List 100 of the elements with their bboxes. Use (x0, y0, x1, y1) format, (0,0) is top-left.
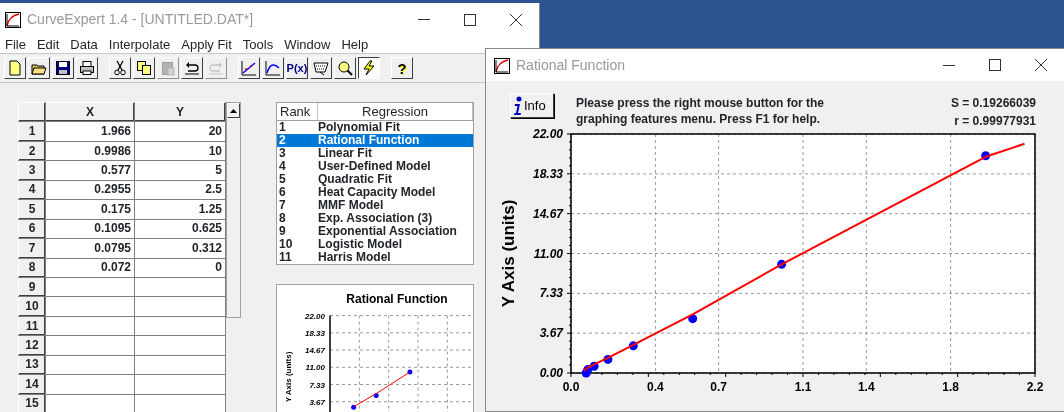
menu-item[interactable]: Help (336, 36, 375, 53)
table-cell: 0.9986 (45, 141, 135, 161)
y-tick-label: 18.33 (532, 166, 563, 181)
copy-pages-button[interactable] (133, 57, 155, 79)
maximize-icon (464, 13, 476, 26)
table-cell: 0.0795 (45, 238, 135, 258)
app-icon (5, 12, 21, 29)
data-point (981, 151, 991, 161)
ranking-row[interactable]: 1 Polynomial Fit (277, 121, 473, 134)
minimize-icon (943, 64, 955, 66)
ranking-row[interactable]: 3 Linear Fit (277, 147, 473, 160)
help-button[interactable]: ? (391, 57, 413, 79)
ranking-row[interactable]: 6 Heat Capacity Model (277, 186, 473, 199)
menu-item[interactable]: Apply Fit (176, 36, 238, 53)
data-point (628, 341, 638, 351)
ranking-row[interactable]: 5 Quadratic Fit (277, 173, 473, 186)
magnifier-button[interactable] (334, 57, 356, 79)
y-tick-label: 3.67 (309, 397, 325, 407)
ranking-row[interactable]: 10 Logistic Model (277, 238, 473, 251)
scrollbar[interactable] (226, 102, 241, 318)
printer-icon (79, 60, 95, 76)
y-tick-label: 7.33 (539, 286, 563, 301)
curve-chart-icon (265, 60, 281, 76)
clipboard-icon (160, 60, 176, 76)
menu-item[interactable]: Window (279, 36, 337, 53)
keyboard-icon (313, 60, 329, 76)
menu-item[interactable]: Edit (31, 36, 66, 53)
y-tick-label: 0.00 (539, 366, 563, 380)
column-header: Rank (277, 103, 318, 120)
minimize-icon (418, 19, 430, 20)
up-arrow-icon (230, 108, 237, 113)
x-tick-label: 0.0 (562, 380, 580, 394)
floppy-disk-button[interactable] (52, 57, 74, 79)
table-cell: 10 (134, 141, 226, 161)
undo-arrow-icon (184, 60, 200, 76)
x-tick-label: 0.4 (647, 380, 664, 394)
open-folder-button[interactable] (28, 57, 50, 79)
corner-cell (18, 102, 46, 122)
help-message: Please press the right mouse button for the graphing features menu. Press F1 for help. (576, 95, 826, 127)
chart-title: Rational Function (346, 292, 448, 306)
y-tick-label: 14.67 (304, 346, 325, 356)
table-cell: 0.175 (45, 199, 135, 220)
ranking-row[interactable]: 8 Exp. Association (3) (277, 212, 473, 225)
table-cell: 1.966 (45, 121, 135, 142)
fit-statistic: r = 0.99977931 (953, 113, 1036, 129)
line-chart-button[interactable] (238, 57, 260, 79)
column-header: Regression (318, 103, 473, 120)
scissors-button[interactable] (109, 57, 131, 79)
menu-item[interactable]: Tools (237, 36, 280, 53)
data-point (603, 354, 613, 364)
menu-item[interactable]: Data (65, 36, 104, 53)
window-title: Rational Function (516, 55, 626, 75)
lightning-button[interactable] (358, 57, 380, 79)
table-cell: 0.2955 (45, 180, 135, 200)
column-header: X (45, 102, 135, 122)
x-tick-label: 1.8 (942, 380, 959, 394)
data-point (688, 314, 698, 324)
x-tick-label: 0.7 (710, 380, 727, 394)
info-button[interactable]: Info (510, 93, 554, 118)
printer-button[interactable] (76, 57, 98, 79)
table-cell: 1.25 (134, 199, 226, 220)
menu-item[interactable]: File (0, 36, 32, 53)
table-cell: 20 (134, 121, 226, 142)
new-file-button[interactable] (4, 57, 26, 79)
y-axis-title: Y Axis (units) (284, 351, 293, 403)
x-tick-label: 1.4 (857, 380, 875, 394)
table-cell: 5 (134, 160, 226, 181)
keyboard-button[interactable] (310, 57, 332, 79)
data-point (777, 259, 787, 269)
curve-chart-button[interactable] (262, 57, 284, 79)
y-tick-label: 18.33 (304, 328, 325, 338)
data-point (589, 361, 599, 371)
column-header: Y (134, 102, 226, 122)
close-icon (510, 13, 522, 26)
x-tick-label: 1.1 (794, 380, 812, 394)
lightning-icon (361, 60, 377, 76)
redo-arrow-icon (208, 60, 224, 76)
y-tick-label: 22.00 (304, 311, 325, 321)
scroll-up-button[interactable] (227, 103, 240, 118)
copy-pages-icon (136, 60, 152, 76)
ranking-row[interactable]: 9 Exponential Association (277, 225, 473, 238)
table-cell: 0.577 (45, 160, 135, 181)
fit-statistic: S = 0.19266039 (950, 95, 1036, 111)
y-axis-title: Y Axis (units) (499, 199, 518, 308)
help-button[interactable]: P(x) (286, 57, 308, 79)
ranking-row[interactable]: 11 Harris Model (277, 251, 473, 264)
menu-item[interactable]: Interpolate (103, 36, 177, 53)
new-file-icon (7, 60, 23, 76)
scissors-icon (112, 60, 128, 76)
ranking-row[interactable]: 7 MMF Model (277, 199, 473, 212)
ranking-row[interactable]: 2 Rational Function (277, 134, 473, 147)
undo-arrow-button[interactable] (181, 57, 203, 79)
y-tick-label: 7.33 (309, 380, 325, 390)
maximize-icon (989, 59, 1001, 71)
line-chart-icon (241, 60, 257, 76)
y-tick-label: 22.00 (532, 127, 563, 141)
window-title: CurveExpert 1.4 - [UNTITLED.DAT*] (27, 10, 255, 29)
ranking-row[interactable]: 4 User-Defined Model (277, 160, 473, 173)
table-cell: 2.5 (134, 180, 226, 200)
y-tick-label: 3.67 (539, 326, 563, 341)
